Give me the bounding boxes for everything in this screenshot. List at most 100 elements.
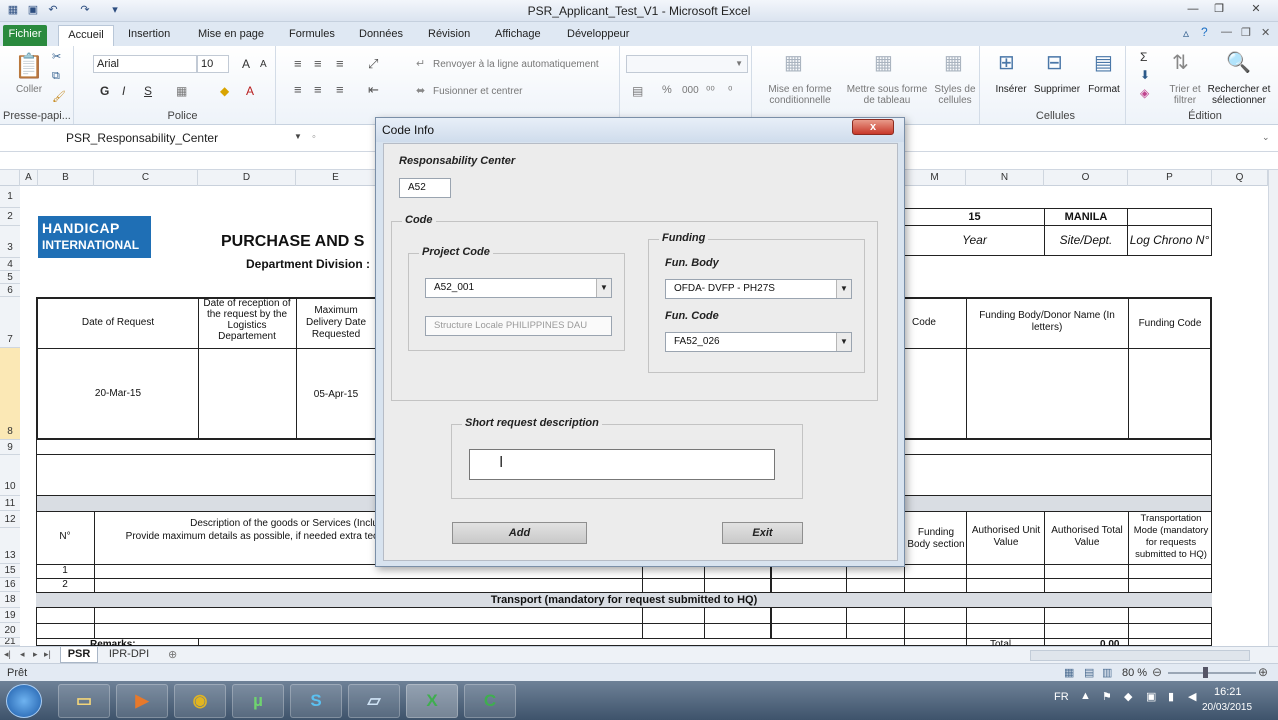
close-window-icon[interactable]: ✕	[1236, 0, 1276, 19]
copy-icon[interactable]: ⧉	[52, 70, 60, 83]
excel-taskbar-icon[interactable]: X	[406, 684, 458, 718]
next-sheet-icon[interactable]: ▸	[33, 649, 38, 660]
column-header[interactable]: B	[38, 170, 94, 186]
exit-button[interactable]: Exit	[722, 522, 803, 544]
font-color-icon[interactable]: A	[246, 84, 254, 98]
project-code-select[interactable]: A52_001 ▼	[425, 278, 612, 298]
row-header[interactable]: 13	[0, 528, 20, 564]
date-request-value[interactable]: 20-Mar-15	[38, 388, 198, 399]
indent-icon[interactable]: ⇤	[368, 82, 379, 98]
tab-page-layout[interactable]: Mise en page	[190, 25, 272, 46]
minimize-ribbon-icon[interactable]: ▵	[1183, 26, 1189, 40]
autosum-icon[interactable]: Σ	[1140, 50, 1147, 64]
short-description-input[interactable]	[469, 449, 775, 480]
font-name-box[interactable]: Arial	[93, 55, 197, 73]
chrono-value[interactable]	[1128, 208, 1212, 226]
resp-center-field[interactable]: A52	[399, 178, 451, 198]
project-code-dropdown-icon[interactable]: ▼	[596, 279, 611, 297]
wrap-text-button[interactable]: Renvoyer à la ligne automatiquement	[433, 59, 618, 70]
row-header[interactable]: 5	[0, 271, 20, 284]
formula-bar-resize-icon[interactable]: ◦	[312, 131, 316, 143]
site-value[interactable]: MANILA	[1044, 208, 1128, 226]
max-delivery-value[interactable]: 05-Apr-15	[298, 389, 374, 400]
delete-cells-button[interactable]: Supprimer	[1032, 84, 1082, 95]
normal-view-icon[interactable]: ▦	[1064, 666, 1074, 679]
align-center-icon[interactable]: ≡	[314, 82, 322, 97]
volume-icon[interactable]: ◀	[1188, 690, 1196, 703]
cell-styles-icon[interactable]: ▦	[944, 50, 963, 75]
format-cells-button[interactable]: Format	[1082, 84, 1126, 95]
workbook-minimize-icon[interactable]: —	[1221, 26, 1232, 38]
row-header[interactable]: 4	[0, 258, 20, 271]
find-select-button[interactable]: Rechercher et sélectionner	[1204, 84, 1274, 106]
fun-code-dropdown-icon[interactable]: ▼	[836, 333, 851, 351]
format-painter-icon[interactable]: 🖌	[52, 90, 66, 103]
row-header[interactable]: 16	[0, 578, 20, 592]
tab-formulas[interactable]: Formules	[281, 25, 343, 46]
column-header[interactable]: C	[94, 170, 198, 186]
align-middle-icon[interactable]: ≡	[314, 56, 322, 71]
insert-cells-button[interactable]: Insérer	[988, 84, 1034, 95]
power-icon[interactable]: ▮	[1168, 690, 1174, 703]
insert-cells-icon[interactable]: ⊞	[998, 50, 1015, 75]
number-format-dropdown-icon[interactable]: ▼	[735, 56, 743, 72]
tab-review[interactable]: Révision	[420, 25, 478, 46]
fill-color-icon[interactable]: ◆	[220, 84, 229, 98]
format-cells-icon[interactable]: ▤	[1094, 50, 1113, 75]
start-button[interactable]	[6, 684, 42, 718]
row-header[interactable]: 3	[0, 226, 20, 258]
align-left-icon[interactable]: ≡	[294, 82, 302, 97]
clear-icon[interactable]: ◈	[1140, 86, 1149, 100]
zoom-slider-thumb[interactable]	[1203, 667, 1208, 678]
language-indicator[interactable]: FR	[1054, 691, 1069, 703]
column-header[interactable]: A	[20, 170, 38, 186]
grow-font-icon[interactable]: A	[242, 57, 250, 71]
row-header[interactable]: 9	[0, 440, 20, 455]
utorrent-taskbar-icon[interactable]: µ	[232, 684, 284, 718]
align-right-icon[interactable]: ≡	[336, 82, 344, 97]
year-value[interactable]: 15	[904, 208, 1044, 226]
cell-styles-button[interactable]: Styles de cellules	[932, 84, 978, 106]
merge-center-icon[interactable]: ⬌	[416, 84, 425, 97]
conditional-format-icon[interactable]: ▦	[784, 50, 803, 75]
tab-insert[interactable]: Insertion	[120, 25, 178, 46]
sheet-tab-psr[interactable]: PSR	[60, 647, 98, 663]
percent-button[interactable]: %	[662, 84, 672, 96]
wrap-text-icon[interactable]: ↵	[416, 57, 425, 70]
merge-center-button[interactable]: Fusionner et centrer	[433, 86, 553, 97]
column-header[interactable]: P	[1128, 170, 1212, 186]
name-box-dropdown-icon[interactable]: ▼	[294, 132, 302, 141]
row-header[interactable]: 18	[0, 592, 20, 608]
tab-file[interactable]: Fichier	[3, 25, 47, 46]
last-sheet-icon[interactable]: ▸|	[44, 649, 51, 660]
zoom-in-icon[interactable]: ⊕	[1258, 665, 1268, 679]
row-header[interactable]: 11	[0, 496, 20, 511]
sort-filter-button[interactable]: Trier et filtrer	[1162, 84, 1208, 106]
workbook-close-icon[interactable]: ✕	[1261, 26, 1270, 39]
action-center-icon[interactable]: ⚑	[1102, 690, 1112, 703]
files-taskbar-icon[interactable]: ▱	[348, 684, 400, 718]
tray-expand-icon[interactable]: ▲	[1080, 690, 1091, 702]
row-header[interactable]: 15	[0, 564, 20, 578]
dropbox-icon[interactable]: ◆	[1124, 690, 1132, 703]
font-size-box[interactable]: 10	[197, 55, 229, 73]
column-header[interactable]: D	[198, 170, 296, 186]
expand-formula-bar-icon[interactable]: ⌄	[1262, 132, 1270, 143]
minimize-icon[interactable]: —	[1180, 0, 1206, 19]
row-header[interactable]: 12	[0, 511, 20, 528]
paste-button[interactable]: Coller	[8, 84, 50, 95]
cut-icon[interactable]: ✂	[52, 50, 61, 63]
skype-taskbar-icon[interactable]: S	[290, 684, 342, 718]
vertical-scrollbar[interactable]	[1268, 170, 1278, 646]
dialog-close-button[interactable]: x	[852, 119, 894, 135]
fill-icon[interactable]: ⬇	[1140, 68, 1150, 82]
zoom-level[interactable]: 80 %	[1122, 667, 1147, 679]
chrome-taskbar-icon[interactable]: ◉	[174, 684, 226, 718]
find-select-icon[interactable]: 🔍	[1226, 50, 1251, 75]
borders-icon[interactable]: ▦	[176, 84, 187, 98]
fun-code-select[interactable]: FA52_026 ▼	[665, 332, 852, 352]
sort-filter-icon[interactable]: ⇅	[1172, 50, 1189, 75]
format-as-table-icon[interactable]: ▦	[874, 50, 893, 75]
fun-body-select[interactable]: OFDA- DVFP - PH27S ▼	[665, 279, 852, 299]
workbook-restore-icon[interactable]: ❐	[1241, 26, 1251, 39]
